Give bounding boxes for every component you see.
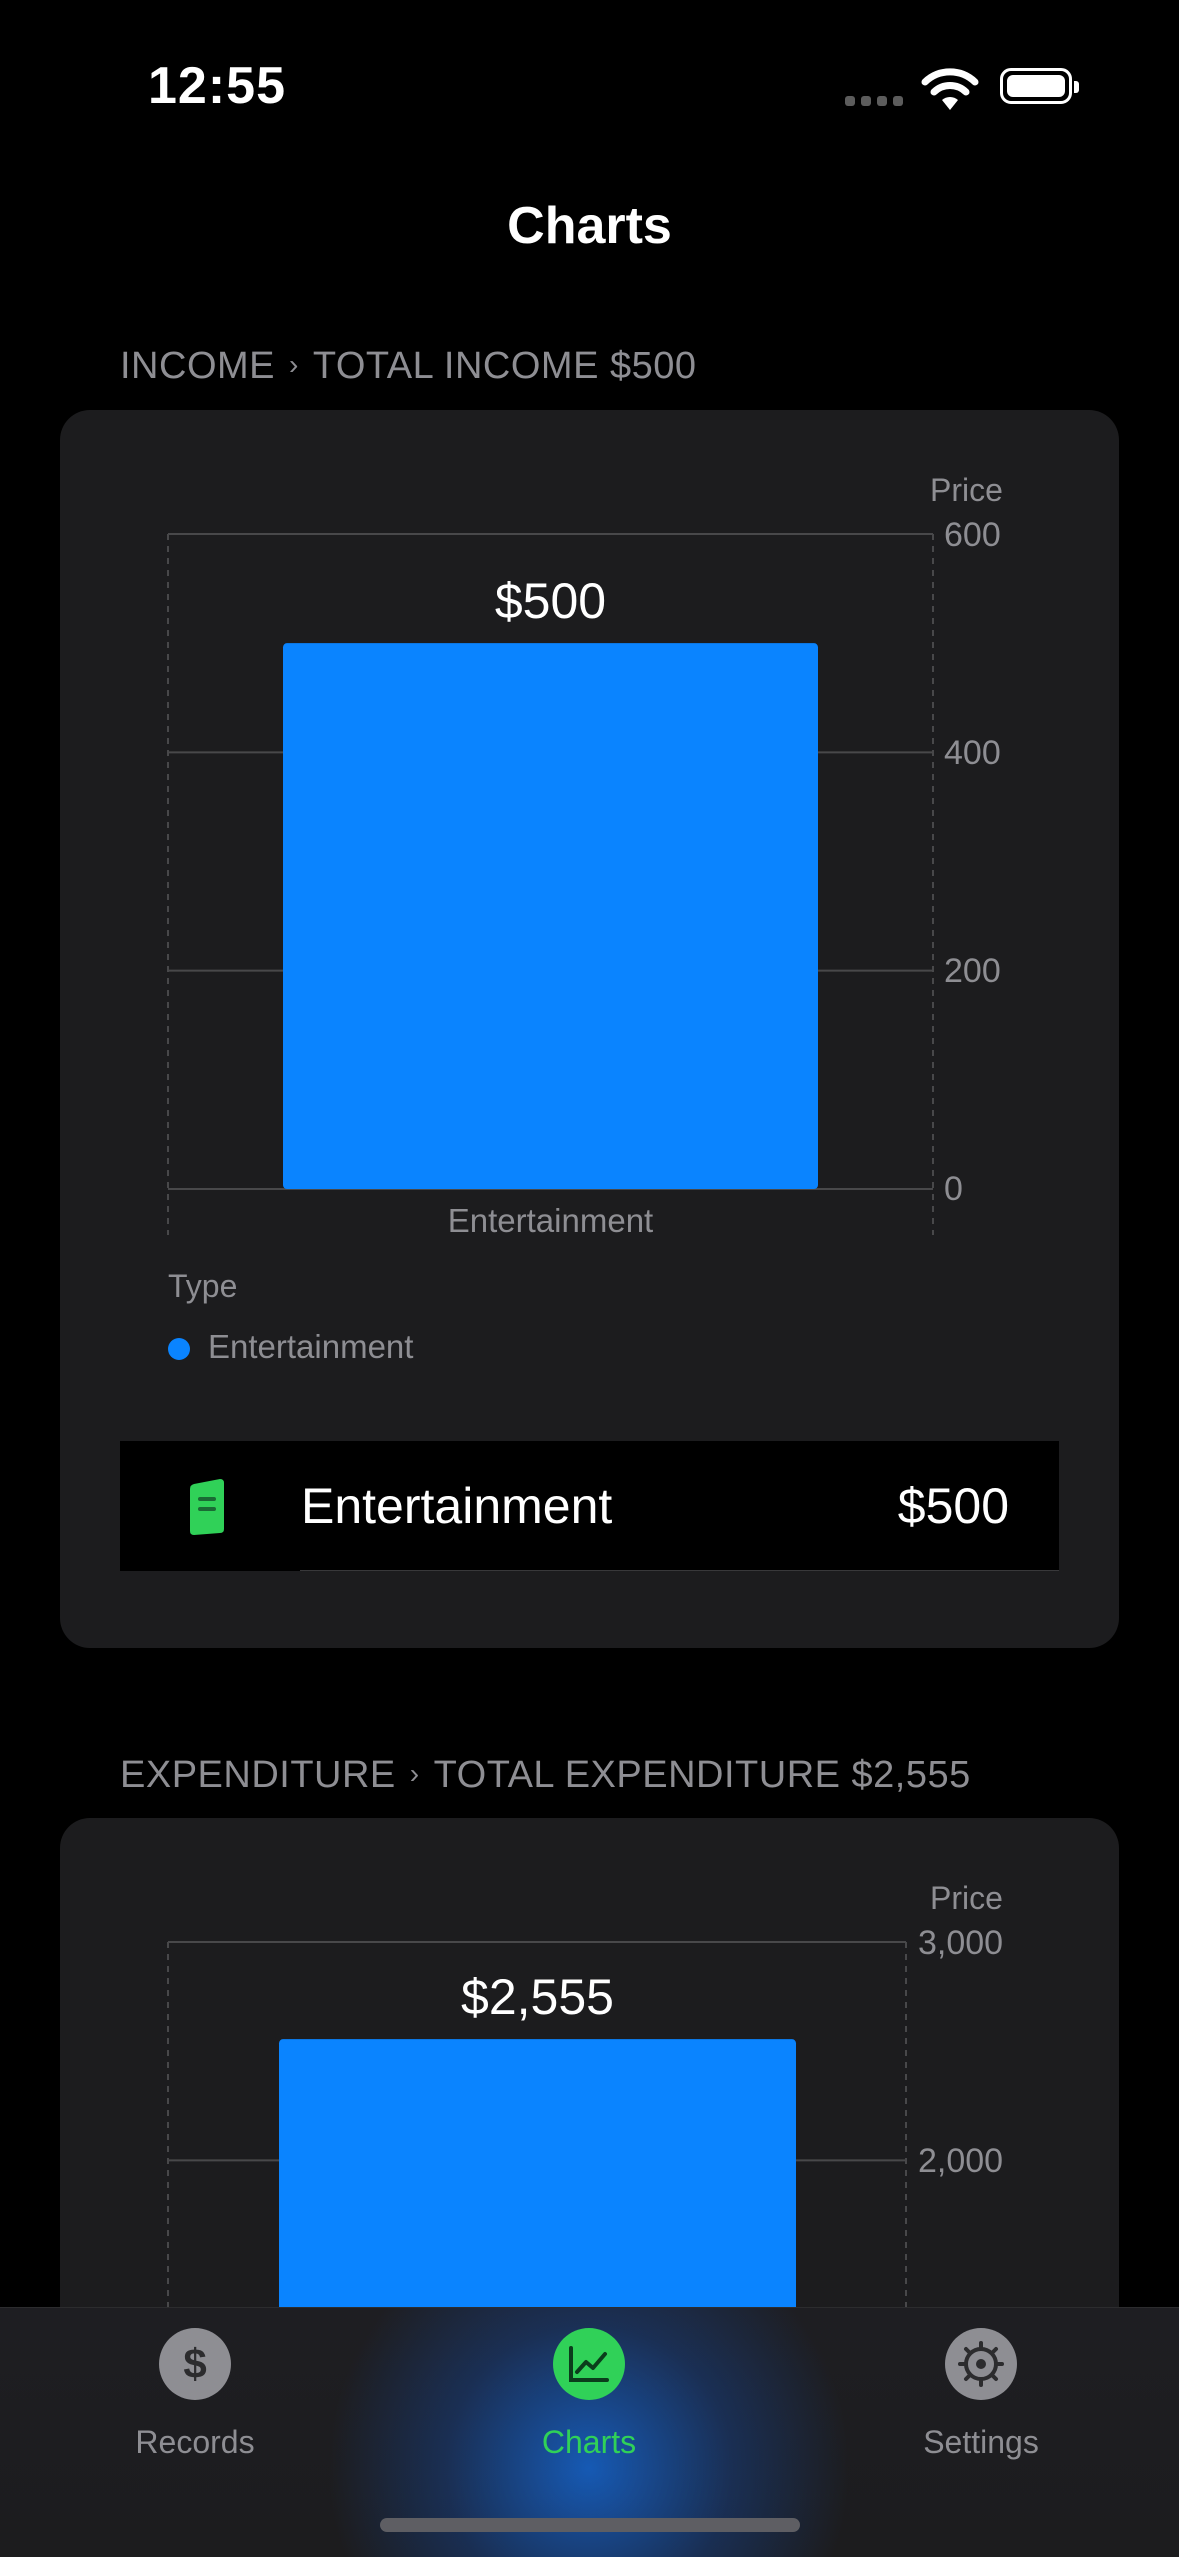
legend-title: Type — [168, 1268, 238, 1304]
expenditure-bar-value-label: $2,555 — [461, 1969, 614, 2025]
chart-icon — [553, 2328, 625, 2400]
expenditure-total-label: TOTAL EXPENDITURE $2,555 — [433, 1754, 971, 1796]
tab-settings-label: Settings — [923, 2424, 1039, 2460]
income-section-label: INCOME — [120, 345, 275, 387]
expenditure-section-header[interactable]: EXPENDITURE › TOTAL EXPENDITURE $2,555 — [120, 1754, 971, 1797]
row-amount: $500 — [897, 1478, 1009, 1534]
row-divider — [300, 1570, 1059, 1571]
income-total-label: TOTAL INCOME $500 — [312, 345, 697, 387]
income-bar — [283, 643, 818, 1189]
income-section-header[interactable]: INCOME › TOTAL INCOME $500 — [120, 345, 697, 388]
tab-records-label: Records — [135, 2424, 255, 2460]
wifi-icon — [920, 66, 980, 112]
battery-icon — [1000, 68, 1079, 104]
income-y-tick-0: 0 — [944, 1170, 963, 1208]
expenditure-y-tick-2000: 2,000 — [918, 2142, 1004, 2180]
legend-dot — [168, 1338, 190, 1360]
tab-settings[interactable]: Settings — [861, 2328, 1101, 2468]
cellular-signal-icon — [845, 96, 905, 106]
income-y-axis-title: Price — [930, 472, 1003, 508]
legend-label: Entertainment — [208, 1328, 414, 1365]
gear-icon — [945, 2328, 1017, 2400]
expenditure-section-label: EXPENDITURE — [120, 1754, 396, 1796]
income-card: Price 600 400 200 0 $500 Entertainment T… — [60, 410, 1119, 1648]
income-y-tick-200: 200 — [944, 952, 1001, 990]
home-indicator — [380, 2518, 800, 2532]
tab-charts[interactable]: Charts — [469, 2328, 709, 2468]
row-category-name: Entertainment — [301, 1478, 613, 1534]
expenditure-y-axis-title: Price — [930, 1880, 1003, 1916]
income-x-tick-entertainment: Entertainment — [447, 1202, 654, 1239]
income-y-tick-600: 600 — [944, 516, 1001, 554]
expenditure-bar — [279, 2039, 796, 2338]
income-bar-value-label: $500 — [494, 573, 607, 629]
income-list-row[interactable]: Entertainment $500 — [120, 1441, 1059, 1571]
income-y-tick-400: 400 — [944, 734, 1001, 772]
document-icon — [186, 1479, 228, 1535]
expenditure-card: Price 3,000 2,000 $2,555 — [60, 1818, 1119, 2338]
tab-charts-label: Charts — [541, 2424, 637, 2460]
chevron-right-icon: › — [409, 1758, 420, 1789]
tab-records[interactable]: $ Records — [75, 2328, 315, 2468]
dollar-icon: $ — [159, 2328, 231, 2400]
page-title: Charts — [507, 197, 672, 255]
expenditure-y-tick-3000: 3,000 — [918, 1924, 1004, 1962]
chevron-right-icon: › — [289, 349, 299, 380]
status-time: 12:55 — [148, 57, 286, 115]
